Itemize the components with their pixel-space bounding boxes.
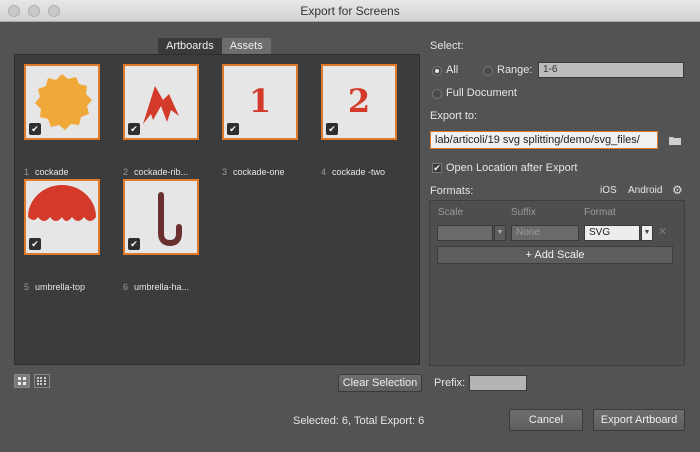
tab-artboards[interactable]: Artboards <box>158 38 222 54</box>
suffix-column-header: Suffix <box>511 207 536 218</box>
grid-view-button[interactable] <box>14 374 30 388</box>
tab-bar: Artboards Assets <box>158 38 271 54</box>
list-view-icon <box>37 377 46 385</box>
format-select[interactable]: SVG <box>584 225 640 241</box>
artboard-checkbox[interactable]: ✔ <box>29 238 41 250</box>
artboard-checkbox[interactable]: ✔ <box>326 123 338 135</box>
list-view-button[interactable] <box>34 374 50 388</box>
scale-dropdown[interactable]: ▼ <box>494 225 506 241</box>
artboard-label: 3 cockade-one <box>222 167 285 177</box>
prefix-input[interactable] <box>469 375 527 391</box>
artboard-label: 5 umbrella-top <box>24 282 86 292</box>
tab-assets[interactable]: Assets <box>221 38 271 54</box>
format-column-header: Format <box>584 207 616 218</box>
umbrella-handle <box>158 192 182 247</box>
artboards-grid: ✔ 1 cockade ✔ 2 cockade-rib... 1 ✔ 3 cockad… <box>14 54 420 365</box>
prefix-label: Prefix: <box>434 377 466 389</box>
suffix-input[interactable]: None <box>511 225 579 241</box>
artboard-checkbox[interactable]: ✔ <box>128 123 140 135</box>
scale-column-header: Scale <box>438 207 464 218</box>
select-label: Select: <box>430 40 464 52</box>
export-artboard-button[interactable]: Export Artboard <box>593 409 685 431</box>
artboard-label: 6 umbrella-ha... <box>123 282 190 292</box>
artboard-checkbox[interactable]: ✔ <box>227 123 239 135</box>
radio-range-label: Range: <box>497 64 533 76</box>
open-location-label: Open Location after Export <box>446 162 578 174</box>
artboard-thumb-cockade-two[interactable]: 2 ✔ <box>321 64 397 140</box>
cockade-shape <box>35 74 92 130</box>
cancel-button[interactable]: Cancel <box>509 409 583 431</box>
radio-full-document[interactable] <box>432 89 442 99</box>
radio-all-label: All <box>446 64 459 76</box>
artboard-checkbox[interactable]: ✔ <box>29 123 41 135</box>
export-path-input[interactable]: lab/articoli/19 svg splitting/demo/svg_f… <box>430 131 658 149</box>
remove-format-icon[interactable]: ✕ <box>658 225 667 238</box>
open-location-checkbox[interactable]: ✔ <box>432 163 442 173</box>
export-to-label: Export to: <box>430 110 478 122</box>
artboard-label: 4 cockade -two <box>321 167 386 177</box>
add-scale-button[interactable]: + Add Scale <box>437 246 673 264</box>
artboard-label: 2 cockade-rib... <box>123 167 189 177</box>
title-bar: Export for Screens <box>0 0 700 22</box>
artboard-thumb-cockade[interactable]: ✔ <box>24 64 100 140</box>
formats-panel: Scale Suffix Format ▼ None SVG ▼ ✕ + Add… <box>429 200 685 366</box>
artboard-checkbox[interactable]: ✔ <box>128 238 140 250</box>
artboard-thumb-cockade-one[interactable]: 1 ✔ <box>222 64 298 140</box>
artboard-thumb-umbrella-top[interactable]: ✔ <box>24 179 100 255</box>
artboard-thumb-cockade-ribbon[interactable]: ✔ <box>123 64 199 140</box>
artboard-label: 1 cockade <box>24 167 69 177</box>
format-dropdown[interactable]: ▼ <box>641 225 653 241</box>
ribbon-shape <box>143 86 179 124</box>
grid-view-icon <box>18 377 26 385</box>
chevron-down-icon: ▼ <box>496 229 504 236</box>
chevron-down-icon: ▼ <box>643 229 651 236</box>
clear-selection-button[interactable]: Clear Selection <box>338 374 422 392</box>
radio-range[interactable] <box>483 66 493 76</box>
formats-label: Formats: <box>430 185 474 197</box>
number-one-glyph: 1 <box>249 82 271 120</box>
artboard-thumb-umbrella-handle[interactable]: ✔ <box>123 179 199 255</box>
scale-input[interactable] <box>437 225 493 241</box>
folder-icon[interactable] <box>668 135 682 146</box>
radio-full-document-label: Full Document <box>446 87 517 99</box>
ios-preset-button[interactable]: iOS <box>600 185 617 196</box>
number-two-glyph: 2 <box>348 82 370 120</box>
gear-icon[interactable]: ⚙ <box>672 183 683 197</box>
umbrella-canopy <box>28 185 96 221</box>
radio-all[interactable] <box>432 66 442 76</box>
android-preset-button[interactable]: Android <box>628 185 662 196</box>
window-title: Export for Screens <box>300 4 400 18</box>
range-input[interactable]: 1-6 <box>538 62 684 78</box>
export-dialog: Artboards Assets ✔ 1 cockade ✔ 2 cockade-r… <box>0 22 700 452</box>
selection-status: Selected: 6, Total Export: 6 <box>293 415 425 427</box>
